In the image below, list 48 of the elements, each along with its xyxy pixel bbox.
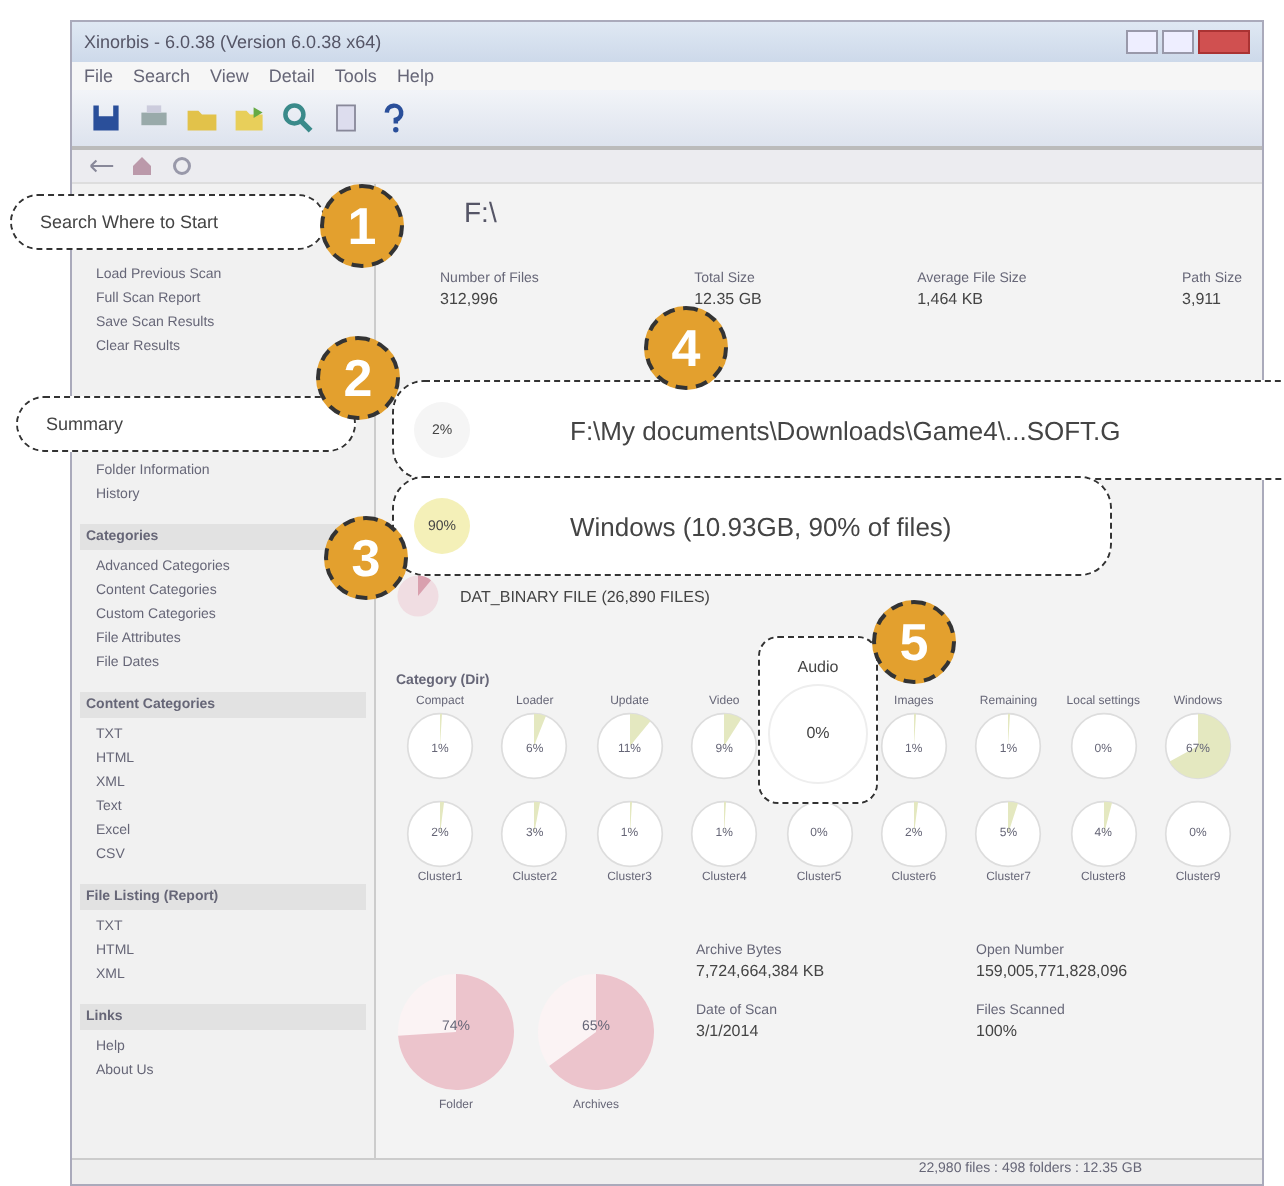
menu-item[interactable]: Help — [396, 66, 434, 86]
callout-text: Windows (10.93GB, 90% of files) — [570, 511, 952, 541]
callout-text: F:\My documents\Downloads\Game4\...SOFT.G — [570, 415, 1121, 445]
detail-value: 159,005,771,828,096 — [976, 962, 1130, 980]
pie-chart — [396, 574, 440, 618]
pie-chart — [1069, 800, 1138, 868]
callout-text: Audio — [797, 657, 839, 675]
home-icon[interactable] — [128, 154, 156, 178]
refresh-icon[interactable] — [168, 154, 196, 178]
menu-item[interactable]: File — [84, 66, 114, 86]
stat-value: 312,996 — [440, 290, 500, 308]
pie-chart — [406, 712, 474, 780]
pie-chart — [879, 800, 948, 868]
menu-item[interactable]: Search — [133, 66, 191, 86]
pie-chart — [1164, 800, 1232, 868]
pie-chart — [974, 712, 1043, 780]
stat-value: DAT_BINARY FILE (26,890 FILES) — [460, 587, 710, 605]
stat-value: 12.35 GB — [694, 290, 762, 308]
pie-chart — [406, 800, 474, 868]
callout-label: Summary — [16, 396, 356, 452]
pie-chart — [595, 712, 664, 780]
stat-value: 3,911 — [1182, 290, 1223, 308]
pie-chart — [500, 712, 569, 780]
pie-chart — [1164, 712, 1232, 780]
minimize-button[interactable] — [1126, 30, 1158, 54]
pie-chart — [500, 800, 569, 868]
pie-chart — [595, 800, 664, 868]
menu-item[interactable]: Detail — [268, 66, 315, 86]
pie-chart — [1069, 712, 1138, 780]
stat-value: 1,464 KB — [917, 290, 986, 308]
detail-value: 100% — [976, 1022, 1019, 1040]
detail-value: 7,724,664,384 KB — [696, 962, 827, 980]
pie-reading: 0% — [768, 683, 868, 783]
drive-title: F:\ — [464, 196, 499, 228]
detail-value: 3/1/2014 — [696, 1022, 761, 1040]
pie-chart — [396, 972, 516, 1092]
save-icon[interactable] — [88, 100, 124, 136]
pie-chart — [974, 800, 1043, 868]
pie-chart — [690, 800, 759, 868]
menu-item[interactable]: Tools — [334, 66, 377, 86]
menu-item[interactable]: View — [210, 66, 249, 86]
pie-chart — [536, 972, 656, 1092]
search-icon[interactable] — [280, 100, 316, 136]
maximize-button[interactable] — [1162, 30, 1194, 54]
close-button[interactable] — [1198, 30, 1250, 54]
window-title: Xinorbis - 6.0.38 (Version 6.0.38 x64) — [84, 32, 382, 52]
back-icon[interactable] — [88, 154, 116, 178]
callout-label: Search Where to Start — [10, 194, 326, 250]
